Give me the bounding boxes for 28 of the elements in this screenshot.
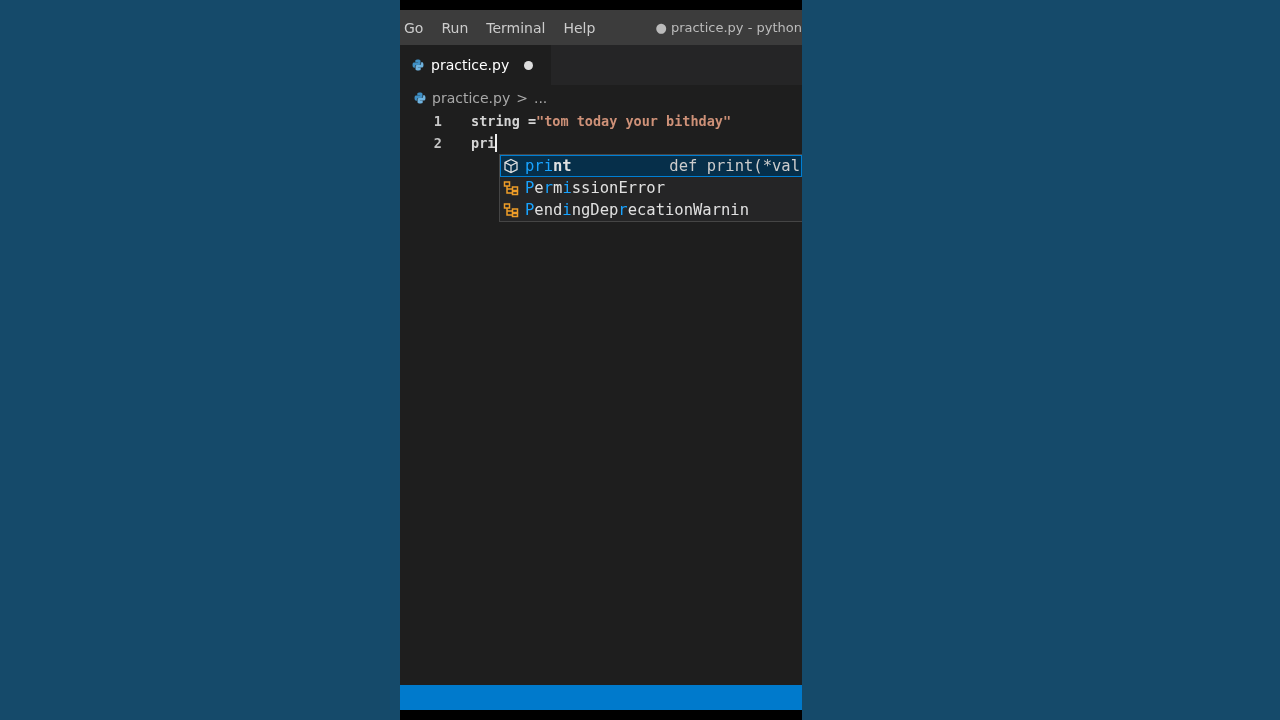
breadcrumb-separator: > — [516, 89, 528, 106]
suggestion-item[interactable]: PendingDeprecationWarnin — [500, 199, 802, 221]
python-icon — [414, 91, 426, 104]
code-token: = — [526, 113, 537, 129]
line-number: 1 — [432, 113, 442, 129]
code-token: pri — [471, 135, 496, 151]
code-token: "tom today your bithday" — [536, 113, 732, 129]
tab-label: practice.py — [431, 57, 510, 73]
class-icon — [503, 202, 519, 218]
menu-item[interactable]: Go — [404, 19, 424, 36]
suggestion-item[interactable]: PermissionError — [500, 177, 802, 199]
suggestion-item[interactable]: print def print(*val — [500, 155, 802, 177]
cube-icon — [503, 158, 519, 174]
code-token: string — [471, 113, 520, 129]
suggestion-label: PermissionError — [525, 179, 666, 197]
suggestion-label: PendingDeprecationWarnin — [525, 201, 750, 219]
suggestion-detail: def print(*val — [669, 157, 801, 175]
window-title: ● practice.py - python — [655, 20, 802, 35]
python-icon — [412, 59, 424, 71]
line-number: 2 — [432, 135, 442, 151]
breadcrumb-more[interactable]: ... — [533, 89, 548, 106]
editor-tab[interactable]: practice.py — [400, 45, 552, 85]
menu-item[interactable]: Run — [441, 19, 469, 36]
menu-item[interactable]: Terminal — [486, 19, 546, 36]
breadcrumb-file[interactable]: practice.py — [432, 89, 511, 106]
class-icon — [503, 180, 519, 196]
menu-item[interactable]: Help — [563, 19, 596, 36]
suggestion-label: print — [525, 157, 572, 175]
